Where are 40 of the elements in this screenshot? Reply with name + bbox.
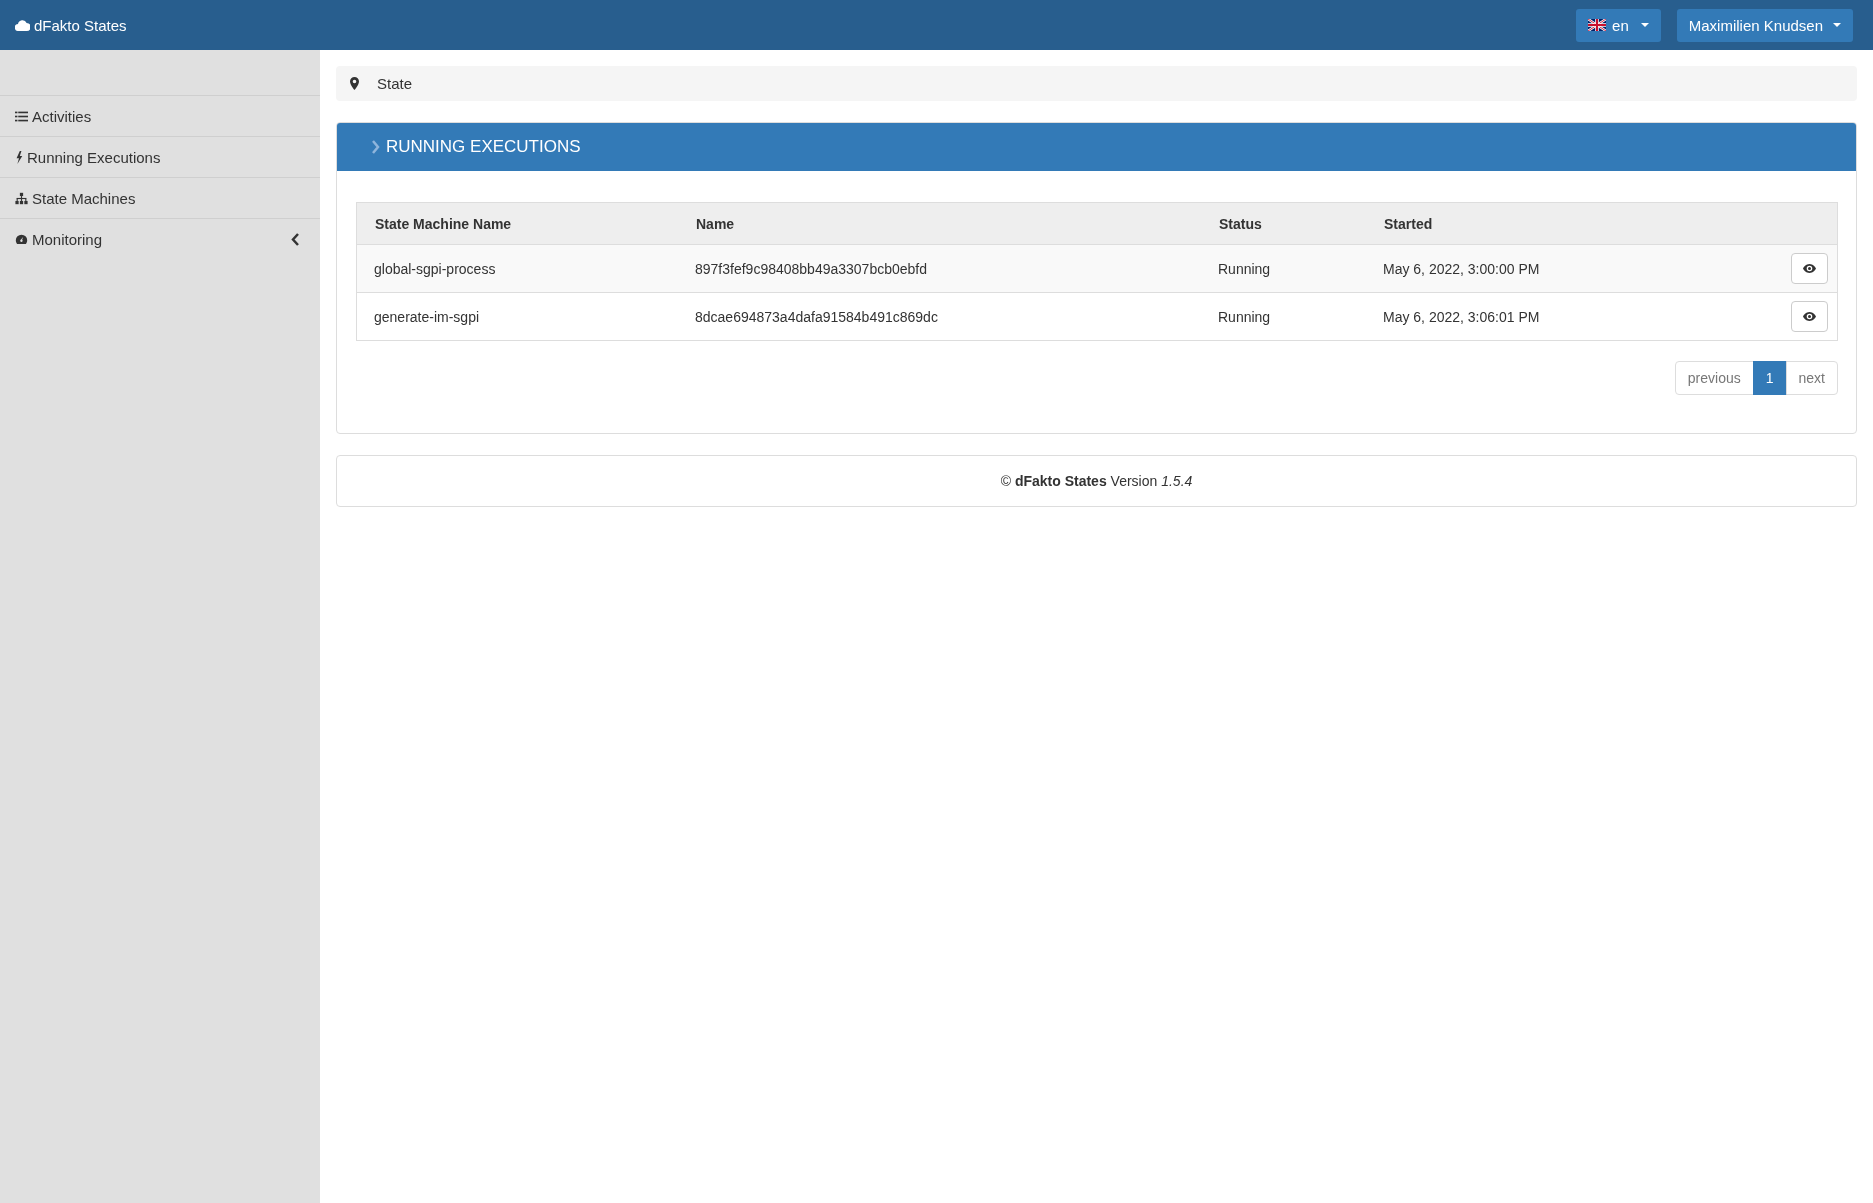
caret-icon <box>1833 23 1841 27</box>
table-cell-text: global-sgpi-process <box>373 260 497 277</box>
column-header: Started <box>1383 215 1434 232</box>
brand-title[interactable]: dFakto States <box>34 16 127 34</box>
language-dropdown[interactable]: en <box>1576 8 1661 42</box>
eye-icon <box>1803 312 1816 321</box>
next-page-button[interactable]: next <box>1785 361 1838 395</box>
map-pin-icon <box>350 77 359 90</box>
footer-text: © dFakto States Version 1.5.4 <box>1000 473 1193 489</box>
eye-icon <box>1803 264 1816 273</box>
table-cell-text: Running <box>1217 308 1272 325</box>
user-dropdown[interactable]: Maximilien Knudsen <box>1676 8 1853 42</box>
chevron-icon <box>371 140 380 154</box>
sidebar-item[interactable]: Monitoring <box>0 218 320 259</box>
sidebar-item[interactable]: Running Executions <box>0 136 320 177</box>
table-cell-text: May 6, 2022, 3:00:00 PM <box>1382 260 1541 277</box>
previous-page-button[interactable]: previous <box>1674 361 1754 395</box>
breadcrumb-item: State <box>377 75 413 92</box>
table-cell-text: Running <box>1217 260 1272 277</box>
gauge-icon <box>15 232 28 246</box>
sidebar-item[interactable]: State Machines <box>0 177 320 218</box>
caret-icon <box>1640 23 1649 27</box>
flag-icon <box>1588 19 1607 31</box>
cloud-icon <box>15 19 30 31</box>
view-button[interactable] <box>1791 253 1828 284</box>
sidebar-item[interactable]: Activities <box>0 95 320 136</box>
chevron-icon <box>291 232 300 246</box>
list-icon <box>15 109 28 123</box>
column-header: Status <box>1218 215 1263 232</box>
column-header: State Machine Name <box>374 215 513 232</box>
column-header: Name <box>695 215 736 232</box>
table-cell-text: generate-im-sgpi <box>373 308 481 325</box>
bolt-icon <box>15 150 23 164</box>
table-cell-text: 897f3fef9c98408bb49a3307bcb0ebfd <box>694 260 928 277</box>
page-button[interactable]: 1 <box>1752 361 1787 395</box>
table-cell-text: 8dcae694873a4dafa91584b491c869dc <box>694 308 939 325</box>
sitemap-icon <box>15 191 28 205</box>
view-button[interactable] <box>1791 301 1828 332</box>
panel-title: RUNNING EXECUTIONS <box>386 137 581 157</box>
table-cell-text: May 6, 2022, 3:06:01 PM <box>1382 308 1541 325</box>
